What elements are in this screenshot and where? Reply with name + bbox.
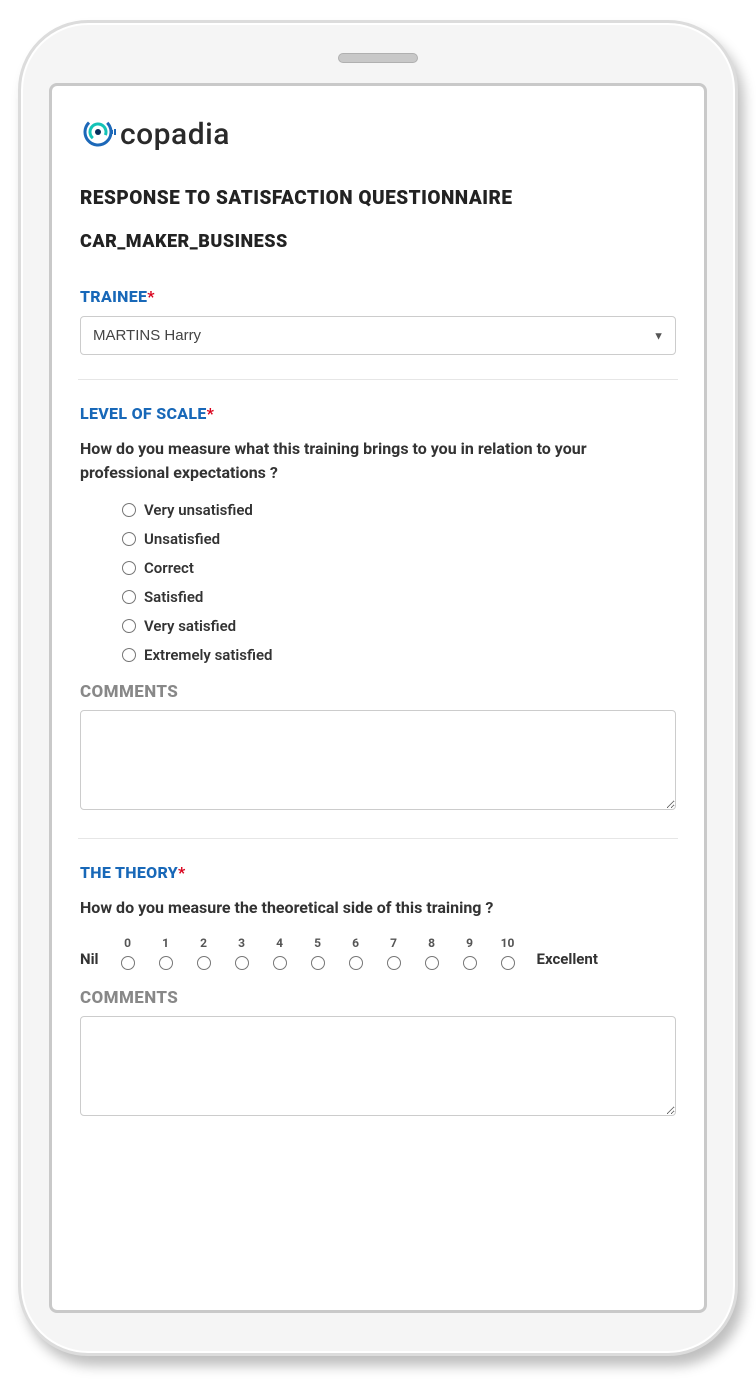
comments-label: COMMENTS bbox=[80, 988, 676, 1008]
scale-max-label: Excellent bbox=[527, 950, 608, 970]
theory-scale: Nil 0 1 2 3 4 5 6 7 8 9 10 Excellent bbox=[80, 936, 676, 970]
radio-unsatisfied[interactable] bbox=[122, 532, 136, 546]
scale-number: 8 bbox=[428, 936, 435, 950]
level-of-scale-comments[interactable] bbox=[80, 710, 676, 810]
level-of-scale-options: Very unsatisfied Unsatisfied Correct Sat… bbox=[80, 501, 676, 664]
radio-scale-5[interactable] bbox=[311, 956, 325, 970]
logo-icon bbox=[80, 114, 116, 154]
theory-section: THE THEORY* How do you measure the theor… bbox=[80, 863, 676, 1120]
radio-scale-4[interactable] bbox=[273, 956, 287, 970]
required-marker: * bbox=[147, 287, 154, 306]
trainee-section: TRAINEE* MARTINS Harry ▼ bbox=[80, 287, 676, 355]
radio-scale-8[interactable] bbox=[425, 956, 439, 970]
page-title: RESPONSE TO SATISFACTION QUESTIONNAIRE bbox=[80, 186, 676, 209]
divider bbox=[78, 379, 678, 380]
radio-scale-10[interactable] bbox=[501, 956, 515, 970]
scale-number: 10 bbox=[501, 936, 515, 950]
radio-extremely-satisfied[interactable] bbox=[122, 648, 136, 662]
level-of-scale-question: How do you measure what this training br… bbox=[80, 437, 676, 485]
scale-number: 2 bbox=[200, 936, 207, 950]
theory-label: THE THEORY bbox=[80, 863, 178, 882]
divider bbox=[78, 838, 678, 839]
phone-speaker bbox=[338, 53, 418, 63]
radio-label: Correct bbox=[144, 559, 194, 577]
radio-satisfied[interactable] bbox=[122, 590, 136, 604]
scale-number: 7 bbox=[390, 936, 397, 950]
level-of-scale-section: LEVEL OF SCALE* How do you measure what … bbox=[80, 404, 676, 814]
radio-scale-0[interactable] bbox=[121, 956, 135, 970]
radio-scale-2[interactable] bbox=[197, 956, 211, 970]
radio-label: Unsatisfied bbox=[144, 530, 220, 548]
scale-number: 5 bbox=[314, 936, 321, 950]
scale-number: 3 bbox=[238, 936, 245, 950]
scale-min-label: Nil bbox=[80, 950, 109, 970]
phone-frame: copadia RESPONSE TO SATISFACTION QUESTIO… bbox=[18, 20, 738, 1356]
scale-number: 4 bbox=[276, 936, 283, 950]
trainee-select[interactable]: MARTINS Harry bbox=[80, 316, 676, 355]
theory-question: How do you measure the theoretical side … bbox=[80, 896, 676, 920]
radio-scale-9[interactable] bbox=[463, 956, 477, 970]
theory-comments[interactable] bbox=[80, 1016, 676, 1116]
logo: copadia bbox=[80, 114, 676, 154]
radio-label: Very unsatisfied bbox=[144, 501, 253, 519]
scale-number: 9 bbox=[466, 936, 473, 950]
radio-label: Extremely satisfied bbox=[144, 646, 272, 664]
radio-scale-3[interactable] bbox=[235, 956, 249, 970]
radio-label: Satisfied bbox=[144, 588, 203, 606]
comments-label: COMMENTS bbox=[80, 682, 676, 702]
radio-scale-7[interactable] bbox=[387, 956, 401, 970]
radio-scale-6[interactable] bbox=[349, 956, 363, 970]
scale-number: 0 bbox=[124, 936, 131, 950]
radio-very-unsatisfied[interactable] bbox=[122, 503, 136, 517]
scale-number: 1 bbox=[162, 936, 169, 950]
radio-very-satisfied[interactable] bbox=[122, 619, 136, 633]
scale-number: 6 bbox=[352, 936, 359, 950]
level-of-scale-label: LEVEL OF SCALE bbox=[80, 404, 207, 423]
screen: copadia RESPONSE TO SATISFACTION QUESTIO… bbox=[49, 83, 707, 1313]
trainee-label: TRAINEE bbox=[80, 287, 147, 306]
radio-label: Very satisfied bbox=[144, 617, 236, 635]
page-subtitle: CAR_MAKER_BUSINESS bbox=[80, 231, 676, 252]
radio-scale-1[interactable] bbox=[159, 956, 173, 970]
required-marker: * bbox=[178, 863, 185, 882]
logo-text: copadia bbox=[120, 117, 230, 152]
required-marker: * bbox=[207, 404, 214, 423]
radio-correct[interactable] bbox=[122, 561, 136, 575]
